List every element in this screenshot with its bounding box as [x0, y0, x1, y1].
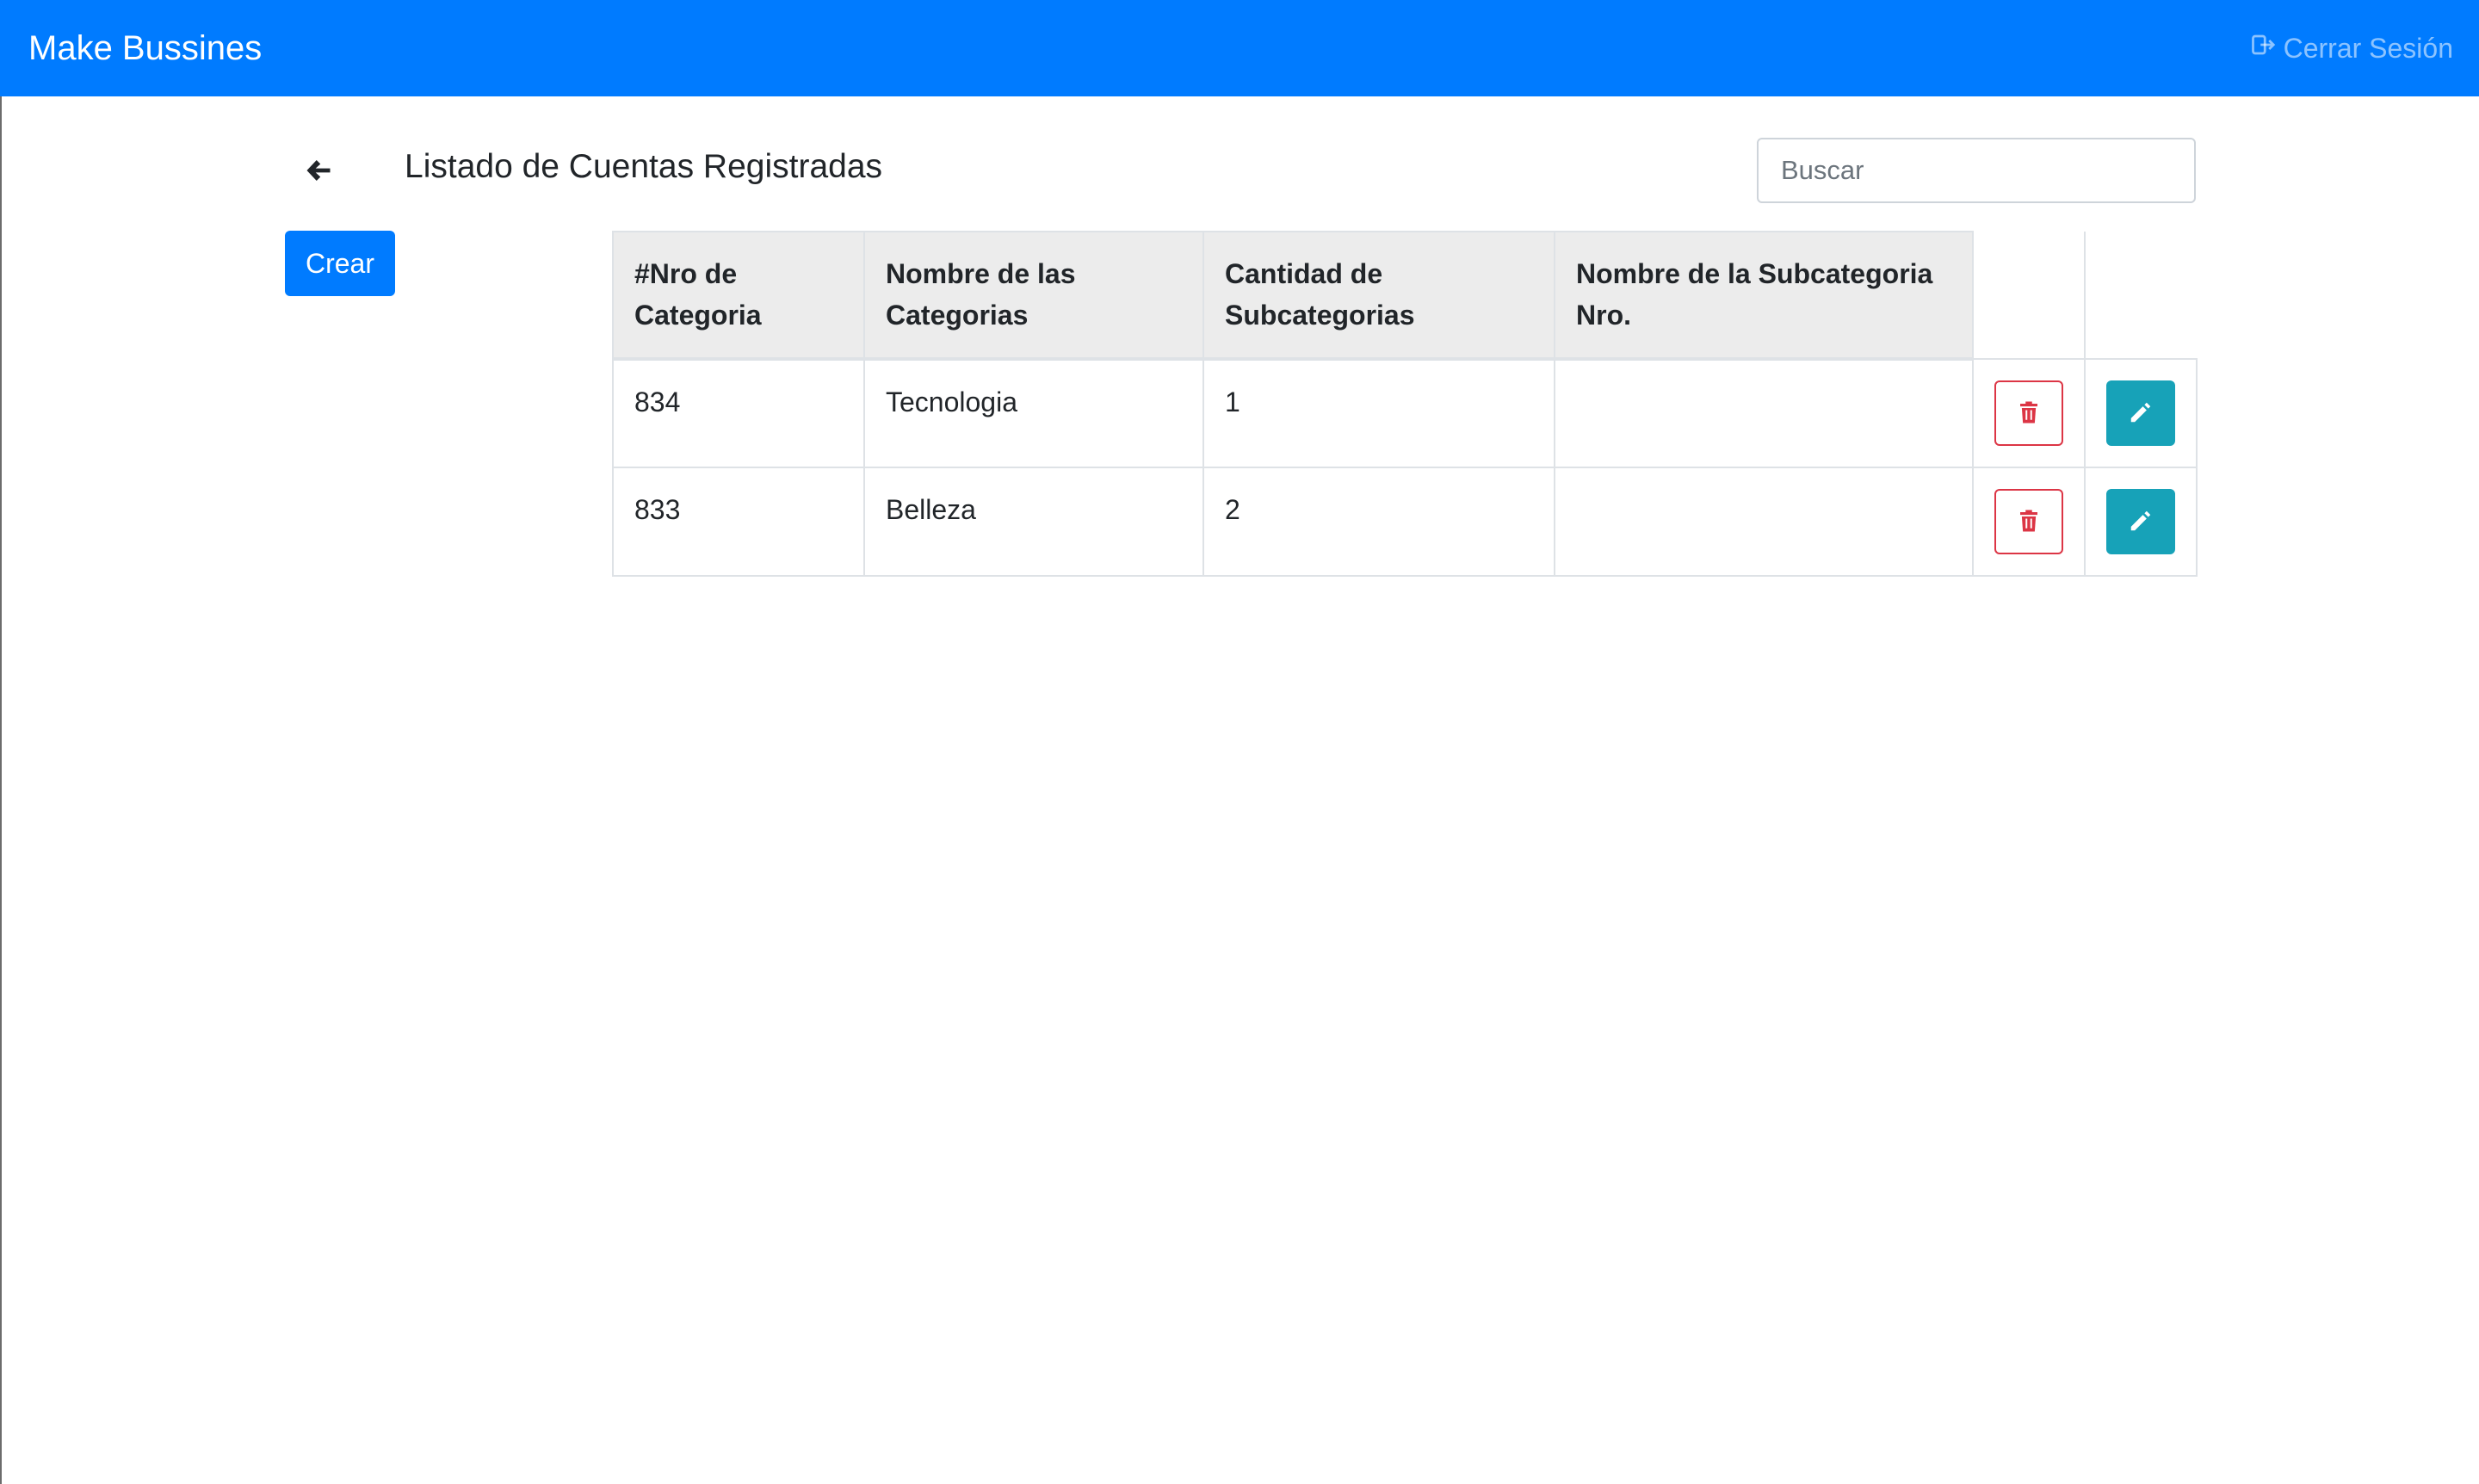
top-navbar: Make Bussines Cerrar Sesión: [0, 0, 2479, 96]
create-button[interactable]: Crear: [285, 231, 395, 296]
trash-icon: [2016, 508, 2042, 536]
categories-table: #Nro de Categoria Nombre de las Categori…: [612, 231, 2198, 577]
search-input[interactable]: [1757, 138, 2196, 203]
header-actions-empty: [2084, 232, 2197, 360]
logout-label: Cerrar Sesión: [2283, 33, 2453, 64]
cell-nro: 834: [612, 358, 865, 468]
header-nombre-categorias: Nombre de las Categorias: [863, 231, 1204, 361]
header-nombre-subcategoria: Nombre de la Subcategoria Nro.: [1554, 231, 1974, 361]
back-button[interactable]: [303, 155, 334, 186]
table-header-row: #Nro de Categoria Nombre de las Categori…: [612, 231, 2197, 361]
delete-button[interactable]: [1994, 380, 2063, 446]
pencil-icon: [2128, 399, 2154, 428]
categories-table-wrapper: #Nro de Categoria Nombre de las Categori…: [612, 231, 2198, 577]
page-left-border: [0, 96, 2, 1484]
edit-button[interactable]: [2106, 380, 2175, 446]
cell-nombre: Belleza: [863, 467, 1204, 577]
sign-out-icon: [2251, 31, 2277, 65]
cell-subcategoria: [1554, 358, 1974, 468]
trash-icon: [2016, 399, 2042, 428]
edit-button[interactable]: [2106, 489, 2175, 554]
arrow-left-icon: [303, 160, 334, 189]
header-cantidad-subcategorias: Cantidad de Subcategorias: [1202, 231, 1555, 361]
cell-cantidad: 1: [1202, 358, 1555, 468]
brand-name[interactable]: Make Bussines: [28, 28, 262, 69]
cell-delete: [1972, 358, 2086, 468]
delete-button[interactable]: [1994, 489, 2063, 554]
header-nro-categoria: #Nro de Categoria: [612, 231, 865, 361]
cell-edit: [2084, 358, 2198, 468]
cell-nombre: Tecnologia: [863, 358, 1204, 468]
table-row: 834 Tecnologia 1: [612, 358, 2198, 468]
cell-subcategoria: [1554, 467, 1974, 577]
logout-link[interactable]: Cerrar Sesión: [2251, 31, 2453, 65]
cell-cantidad: 2: [1202, 467, 1555, 577]
cell-nro: 833: [612, 467, 865, 577]
header-actions-empty: [1972, 232, 2085, 360]
cell-edit: [2084, 467, 2198, 577]
pencil-icon: [2128, 508, 2154, 536]
cell-delete: [1972, 467, 2086, 577]
table-row: 833 Belleza 2: [612, 467, 2198, 577]
page-title: Listado de Cuentas Registradas: [405, 148, 883, 185]
